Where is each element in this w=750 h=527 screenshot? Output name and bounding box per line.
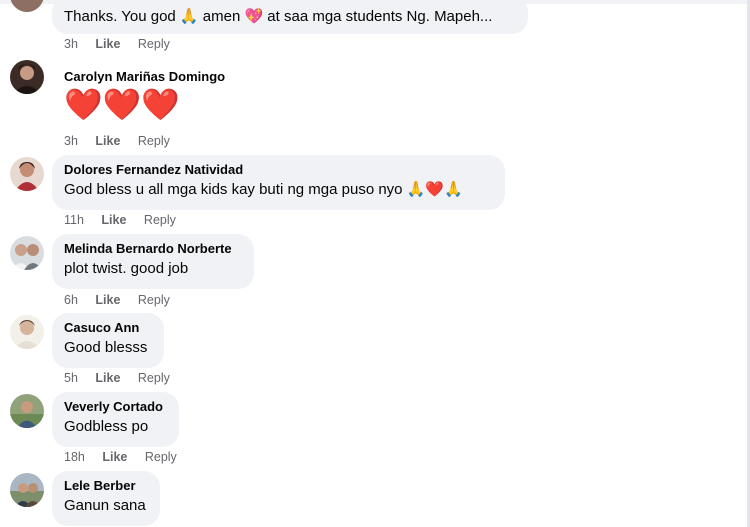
avatar[interactable] xyxy=(10,473,44,507)
comment-text: Godbless po xyxy=(64,418,149,435)
avatar-image xyxy=(10,236,44,270)
like-button[interactable]: Like xyxy=(95,370,120,386)
comment-item: Dolores Fernandez Natividad God bless u … xyxy=(0,155,740,233)
avatar-image xyxy=(10,157,44,191)
author-name[interactable]: Veverly Cortado xyxy=(64,399,167,415)
avatar[interactable] xyxy=(10,0,44,12)
comment-actions: 18h Like Reply xyxy=(64,449,191,465)
comment-item: Lele Berber Ganun sana xyxy=(0,471,740,527)
avatar[interactable] xyxy=(10,60,44,94)
comment-bubble: Lele Berber Ganun sana xyxy=(52,471,160,526)
avatar-image xyxy=(10,394,44,428)
comment-actions: 5h Like Reply xyxy=(64,370,184,386)
reply-button[interactable]: Reply xyxy=(144,212,176,228)
reply-button[interactable]: Reply xyxy=(138,133,170,149)
reply-button[interactable]: Reply xyxy=(138,36,170,52)
comment-bubble: Veverly Cortado Godbless po xyxy=(52,392,179,447)
avatar-image xyxy=(10,473,44,507)
comment-time[interactable]: 3h xyxy=(64,133,78,149)
comment-bubble: Dolores Fernandez Natividad God bless u … xyxy=(52,155,505,210)
avatar[interactable] xyxy=(10,315,44,349)
comment-item: Carolyn Mariñas Domingo ❤️❤️❤️ 3h Like R… xyxy=(0,58,740,153)
avatar-image xyxy=(10,60,44,94)
avatar-image xyxy=(10,315,44,349)
comment-text: Good blesss xyxy=(64,339,148,356)
comment-text: God bless u all mga kids kay buti ng mga… xyxy=(64,181,463,198)
comment-time[interactable]: 6h xyxy=(64,292,78,308)
comment-actions: 6h Like Reply xyxy=(64,292,184,308)
author-name[interactable]: Carolyn Mariñas Domingo xyxy=(64,69,225,85)
comment-item: Melinda Bernardo Norberte plot twist. go… xyxy=(0,234,740,312)
avatar[interactable] xyxy=(10,236,44,270)
comment-actions: 3h Like Reply xyxy=(64,36,184,52)
author-name[interactable]: Melinda Bernardo Norberte xyxy=(64,241,242,257)
comment-bubble: Casuco Ann Good blesss xyxy=(52,313,164,368)
avatar[interactable] xyxy=(10,394,44,428)
comment-actions: 3h Like Reply xyxy=(64,133,184,149)
comment-bubble: Melinda Bernardo Norberte plot twist. go… xyxy=(52,234,254,289)
comment-time[interactable]: 11h xyxy=(64,212,84,228)
comment-item: Thanks. You god 🙏 amen 💖 at saa mga stud… xyxy=(0,0,740,52)
comment-time[interactable]: 5h xyxy=(64,370,78,386)
reply-button[interactable]: Reply xyxy=(145,449,177,465)
like-button[interactable]: Like xyxy=(95,292,120,308)
comment-actions: 11h Like Reply xyxy=(64,212,190,228)
comment-text: Ganun sana xyxy=(64,497,146,514)
like-button[interactable]: Like xyxy=(95,36,120,52)
comment-time[interactable]: 3h xyxy=(64,36,78,52)
comment-text: plot twist. good job xyxy=(64,260,189,277)
like-button[interactable]: Like xyxy=(102,449,127,465)
avatar[interactable] xyxy=(10,157,44,191)
author-name[interactable]: Lele Berber xyxy=(64,478,148,494)
comment-bubble: Thanks. You god 🙏 amen 💖 at saa mga stud… xyxy=(52,0,528,34)
like-button[interactable]: Like xyxy=(95,133,120,149)
author-name[interactable]: Dolores Fernandez Natividad xyxy=(64,162,493,178)
reaction-emoji: ❤️❤️❤️ xyxy=(64,87,180,122)
reply-button[interactable]: Reply xyxy=(138,292,170,308)
like-button[interactable]: Like xyxy=(101,212,126,228)
comment-item: Casuco Ann Good blesss 5h Like Reply xyxy=(0,313,740,391)
comment-text: Thanks. You god 🙏 amen 💖 at saa mga stud… xyxy=(64,8,493,25)
comment-time[interactable]: 18h xyxy=(64,449,85,465)
comment-item: Veverly Cortado Godbless po 18h Like Rep… xyxy=(0,392,740,470)
reply-button[interactable]: Reply xyxy=(138,370,170,386)
author-name[interactable]: Casuco Ann xyxy=(64,320,152,336)
